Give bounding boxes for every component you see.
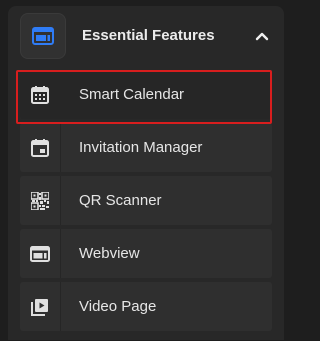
section-icon-box <box>20 13 66 59</box>
calendar-icon <box>31 85 49 104</box>
menu-item-video-page[interactable]: Video Page <box>20 282 272 331</box>
menu-item-webview[interactable]: Webview <box>20 229 272 278</box>
essential-features-panel: Essential Features Smart Calendar Invita… <box>8 6 284 340</box>
menu-item-icon-cell <box>20 176 61 225</box>
section-header-essential-features[interactable]: Essential Features <box>8 6 284 66</box>
event-icon <box>31 138 49 157</box>
menu-item-label: Smart Calendar <box>79 86 185 103</box>
menu-item-label: QR Scanner <box>79 192 162 209</box>
chevron-up-icon[interactable] <box>254 28 270 44</box>
webview-icon <box>32 27 54 45</box>
video-library-icon <box>31 298 48 316</box>
menu-item-icon-cell <box>20 123 61 172</box>
menu-item-label: Invitation Manager <box>79 139 203 156</box>
menu-item-icon-cell <box>20 282 61 331</box>
menu-item-label: Webview <box>79 245 140 262</box>
webview-icon <box>30 245 50 262</box>
menu-item-icon-cell <box>20 229 61 278</box>
qr-code-icon <box>31 191 49 210</box>
menu-item-invitation-manager[interactable]: Invitation Manager <box>20 123 272 172</box>
section-title: Essential Features <box>82 27 215 44</box>
menu-item-label: Video Page <box>79 298 157 315</box>
menu-item-qr-scanner[interactable]: QR Scanner <box>20 176 272 225</box>
menu-item-icon-cell <box>20 70 61 119</box>
menu-item-smart-calendar[interactable]: Smart Calendar <box>20 70 272 119</box>
